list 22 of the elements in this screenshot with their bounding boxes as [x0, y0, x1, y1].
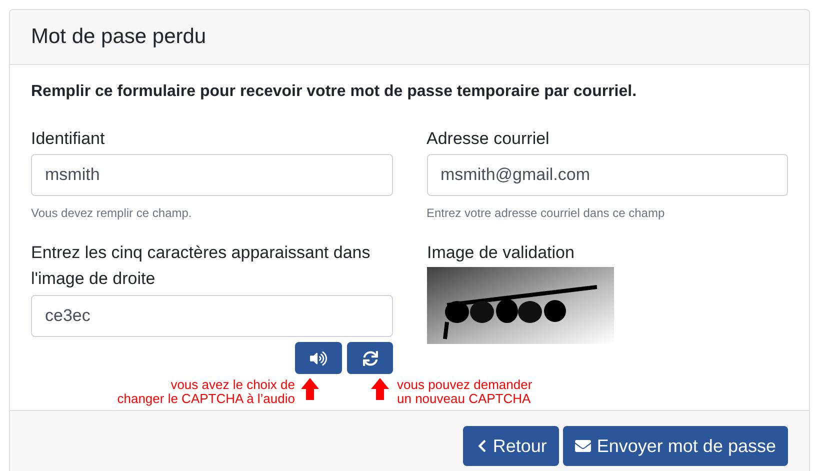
- refresh-button[interactable]: [347, 342, 393, 374]
- input-field[interactable]: msmith: [31, 154, 392, 196]
- annotation-text: vous avez le choix de changer le CAPTCHA à l’audio: [117, 378, 295, 406]
- arrow-up-icon: [301, 378, 319, 400]
- field-label: Adresse courriel: [426, 128, 550, 150]
- field-label: Entrez les cinq caractères apparaissant dans l'image de droite: [31, 242, 372, 290]
- back-button[interactable]: Retour: [462, 426, 559, 466]
- refresh-icon: [362, 350, 378, 366]
- speaker-icon: [310, 350, 327, 366]
- intro-text: Remplir ce formulaire pour recevoir votre mot de passe temporaire par courriel.: [31, 82, 638, 102]
- panel-title: Mot de pase perdu: [31, 24, 206, 50]
- arrow-up-icon: [371, 378, 389, 400]
- captcha-input-field[interactable]: ce3ec: [31, 295, 393, 337]
- envelope-icon: [574, 438, 591, 454]
- audio-button[interactable]: [295, 342, 342, 374]
- input-field[interactable]: msmith@gmail.com: [426, 154, 788, 196]
- send-button[interactable]: Envoyer mot de passe: [562, 426, 788, 466]
- field-label: Identifiant: [31, 128, 106, 150]
- help-text: Entrez votre adresse courriel dans ce champ: [426, 205, 666, 222]
- annotation-text: vous pouvez demander un nouveau CAPTCHA: [397, 378, 532, 406]
- help-text: Vous devez remplir ce champ.: [31, 205, 193, 222]
- image-label: Image de validation: [427, 242, 576, 264]
